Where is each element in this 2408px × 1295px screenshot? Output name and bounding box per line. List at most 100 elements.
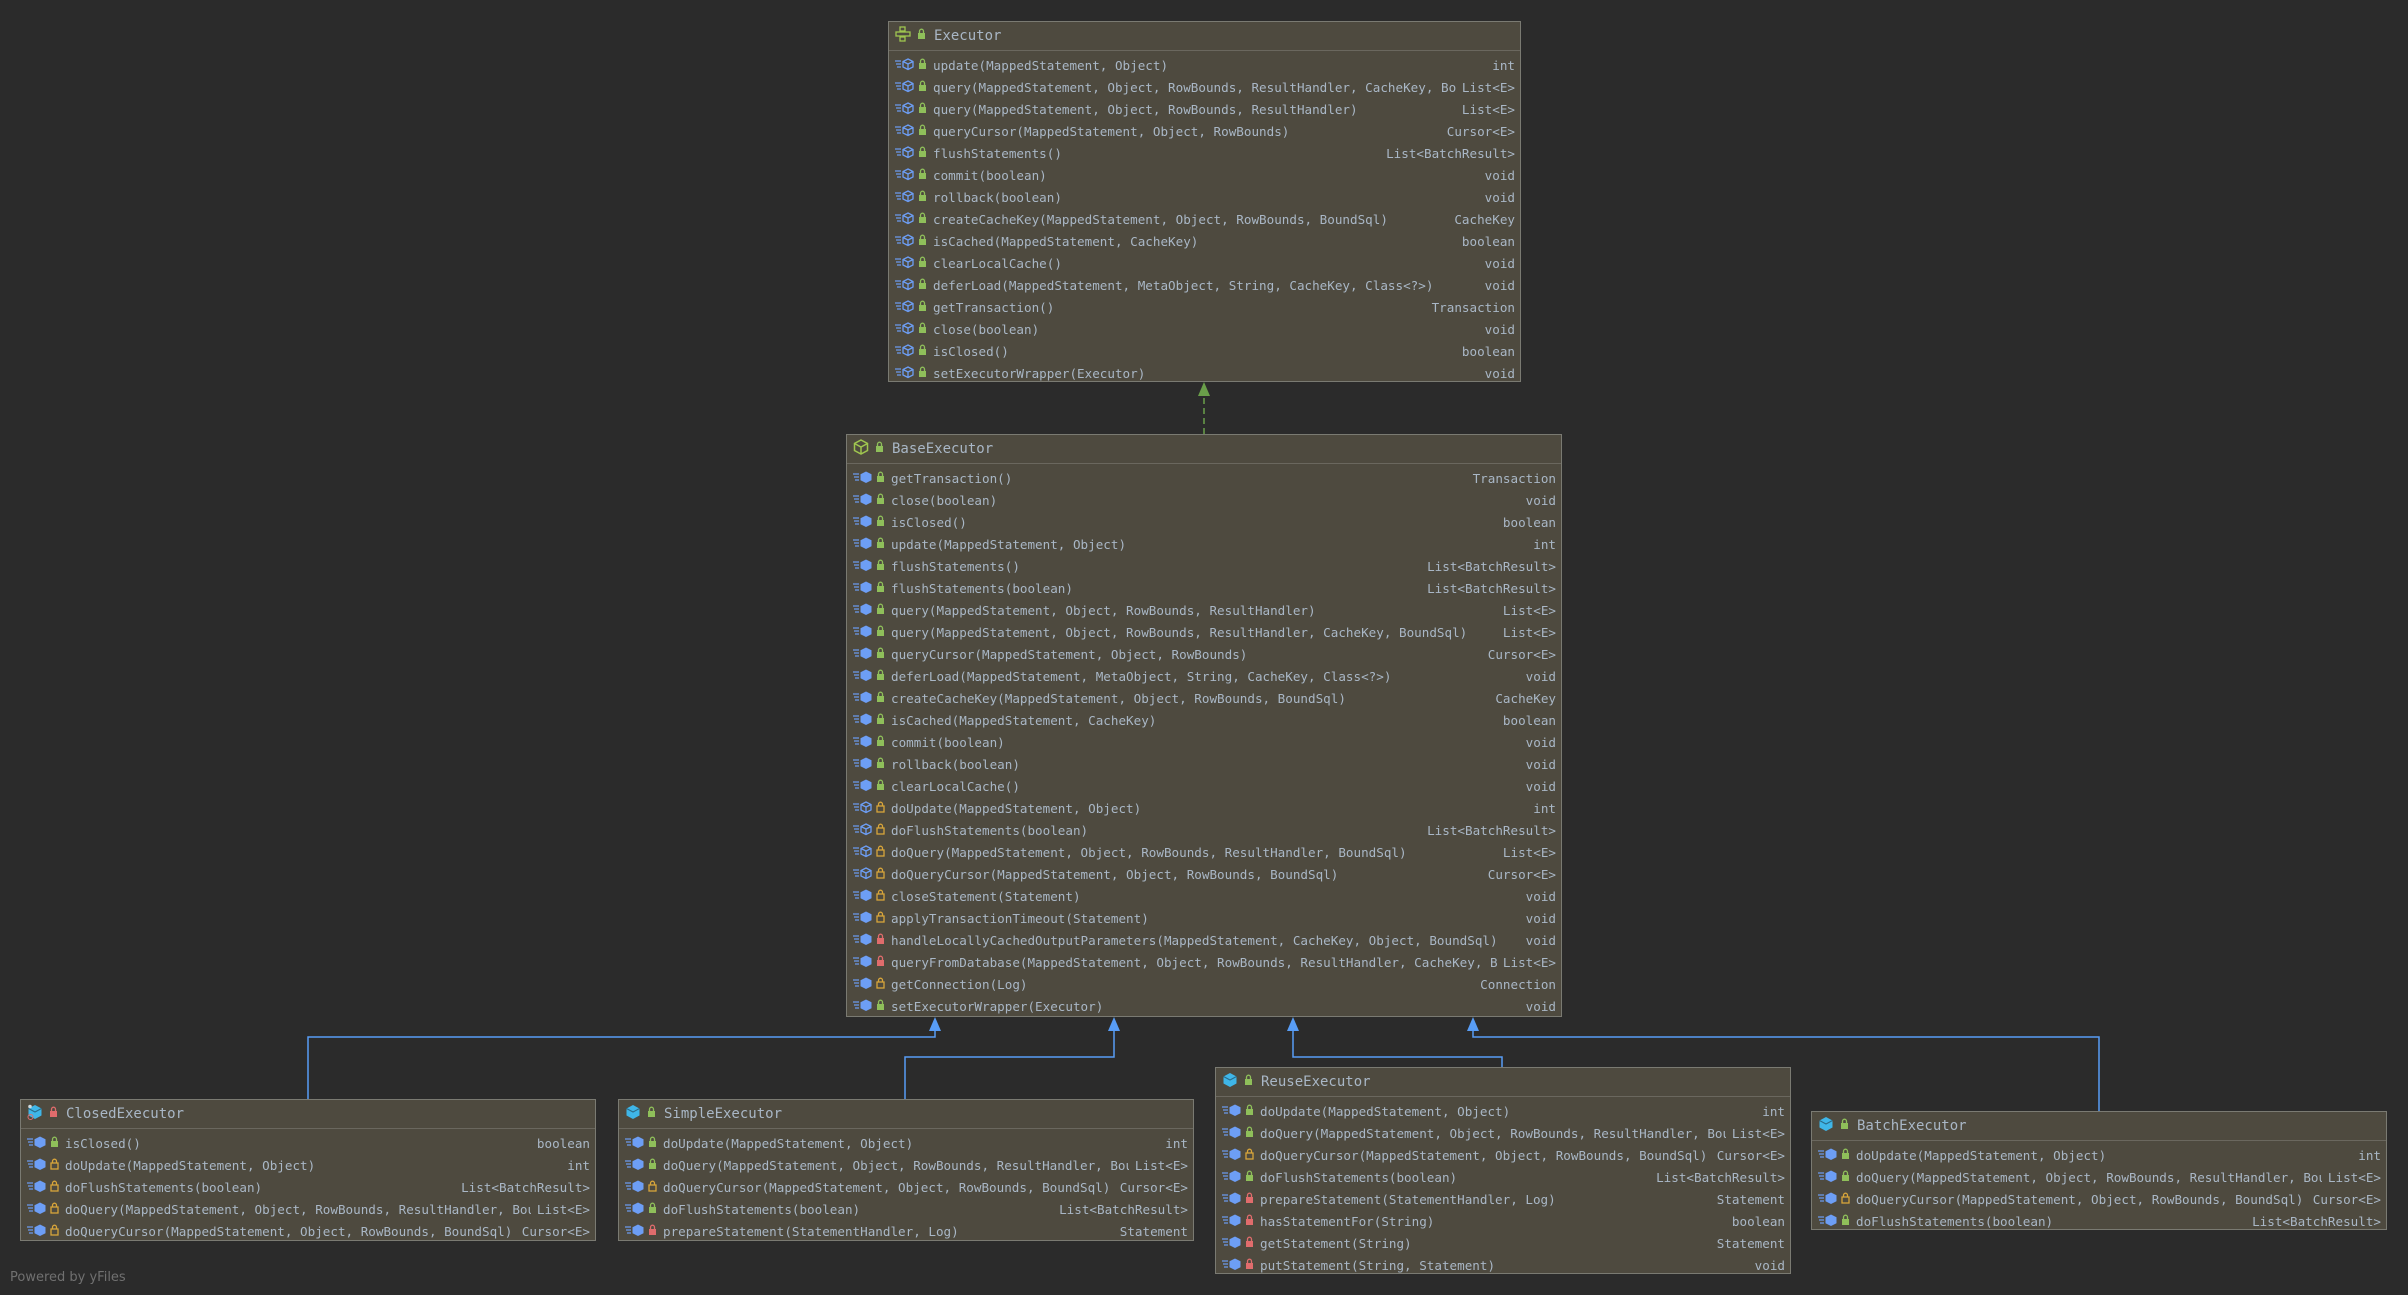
method-row[interactable]: isClosed() boolean — [889, 340, 1520, 362]
class-reuse-executor[interactable]: ReuseExecutor doUpdate(MappedStatement, O… — [1215, 1067, 1791, 1274]
method-row[interactable]: flushStatements() List<BatchResult> — [847, 555, 1561, 577]
method-row[interactable]: doUpdate(MappedStatement, Object) int — [1216, 1100, 1790, 1122]
class-name: ReuseExecutor — [1261, 1074, 1371, 1090]
class-batch-executor[interactable]: BatchExecutor doUpdate(MappedStatement, O… — [1811, 1111, 2387, 1230]
class-header[interactable]: BaseExecutor — [847, 435, 1561, 464]
method-row[interactable]: applyTransactionTimeout(Statement) void — [847, 907, 1561, 929]
method-icon — [852, 734, 874, 751]
abstract-method-icon — [852, 866, 874, 883]
method-row[interactable]: query(MappedStatement, Object, RowBounds… — [847, 599, 1561, 621]
method-row[interactable]: setExecutorWrapper(Executor) void — [889, 362, 1520, 384]
method-row[interactable]: doQueryCursor(MappedStatement, Object, R… — [619, 1176, 1193, 1198]
method-row[interactable]: query(MappedStatement, Object, RowBounds… — [889, 98, 1520, 120]
method-row[interactable]: getConnection(Log) Connection — [847, 973, 1561, 995]
class-header[interactable]: Executor — [889, 22, 1520, 51]
method-signature: close(boolean) — [891, 492, 998, 508]
method-row[interactable]: flushStatements(boolean) List<BatchResult… — [847, 577, 1561, 599]
method-row[interactable]: doQueryCursor(MappedStatement, Object, R… — [21, 1220, 595, 1242]
class-executor[interactable]: Executor update(MappedStatement, Object) i… — [888, 21, 1521, 382]
method-return-type: void — [1484, 167, 1515, 183]
method-row[interactable]: getTransaction() Transaction — [889, 296, 1520, 318]
method-row[interactable]: isCached(MappedStatement, CacheKey) boole… — [889, 230, 1520, 252]
method-row[interactable]: isCached(MappedStatement, CacheKey) boole… — [847, 709, 1561, 731]
method-return-type: int — [2358, 1147, 2381, 1163]
class-base-executor[interactable]: BaseExecutor getTransaction() Transaction c… — [846, 434, 1562, 1017]
method-row[interactable]: createCacheKey(MappedStatement, Object, … — [847, 687, 1561, 709]
method-icon — [852, 910, 874, 927]
method-row[interactable]: update(MappedStatement, Object) int — [847, 533, 1561, 555]
method-row[interactable]: deferLoad(MappedStatement, MetaObject, S… — [889, 274, 1520, 296]
abstract-method-icon — [894, 101, 916, 118]
method-row[interactable]: query(MappedStatement, Object, RowBounds… — [889, 76, 1520, 98]
class-name: BaseExecutor — [892, 441, 994, 457]
public-lock-icon — [874, 537, 885, 552]
method-row[interactable]: isClosed() boolean — [847, 511, 1561, 533]
method-row[interactable]: doQuery(MappedStatement, Object, RowBoun… — [1812, 1166, 2386, 1188]
method-row[interactable]: doQueryCursor(MappedStatement, Object, R… — [1216, 1144, 1790, 1166]
method-row[interactable]: clearLocalCache() void — [847, 775, 1561, 797]
protected-lock-icon — [874, 823, 885, 838]
method-row[interactable]: getTransaction() Transaction — [847, 467, 1561, 489]
method-row[interactable]: doQueryCursor(MappedStatement, Object, R… — [1812, 1188, 2386, 1210]
method-row[interactable]: getStatement(String) Statement — [1216, 1232, 1790, 1254]
method-row[interactable]: deferLoad(MappedStatement, MetaObject, S… — [847, 665, 1561, 687]
method-row[interactable]: rollback(boolean) void — [889, 186, 1520, 208]
method-row[interactable]: handleLocallyCachedOutputParameters(Mapp… — [847, 929, 1561, 951]
method-row[interactable]: commit(boolean) void — [889, 164, 1520, 186]
class-icon — [1818, 1116, 1834, 1136]
method-row[interactable]: prepareStatement(StatementHandler, Log) S… — [619, 1220, 1193, 1242]
public-lock-icon — [915, 28, 926, 44]
class-closed-executor[interactable]: ClosedExecutor isClosed() boolean doUpdate(… — [20, 1099, 596, 1241]
method-row[interactable]: doQuery(MappedStatement, Object, RowBoun… — [21, 1198, 595, 1220]
public-lock-icon — [874, 757, 885, 772]
method-row[interactable]: query(MappedStatement, Object, RowBounds… — [847, 621, 1561, 643]
method-row[interactable]: clearLocalCache() void — [889, 252, 1520, 274]
method-row[interactable]: closeStatement(Statement) void — [847, 885, 1561, 907]
method-signature: doQueryCursor(MappedStatement, Object, R… — [663, 1179, 1111, 1195]
method-row[interactable]: doFlushStatements(boolean) List<BatchResu… — [1812, 1210, 2386, 1232]
class-header[interactable]: BatchExecutor — [1812, 1112, 2386, 1141]
method-row[interactable]: putStatement(String, Statement) void — [1216, 1254, 1790, 1276]
method-row[interactable]: isClosed() boolean — [21, 1132, 595, 1154]
class-simple-executor[interactable]: SimpleExecutor doUpdate(MappedStatement, … — [618, 1099, 1194, 1241]
class-header[interactable]: ClosedExecutor — [21, 1100, 595, 1129]
method-return-type: void — [1754, 1257, 1785, 1273]
protected-lock-icon — [48, 1202, 59, 1217]
method-row[interactable]: doFlushStatements(boolean) List<BatchResu… — [847, 819, 1561, 841]
method-row[interactable]: commit(boolean) void — [847, 731, 1561, 753]
method-row[interactable]: doUpdate(MappedStatement, Object) int — [847, 797, 1561, 819]
method-signature: getTransaction() — [933, 299, 1055, 315]
class-header[interactable]: ReuseExecutor — [1216, 1068, 1790, 1097]
method-return-type: int — [1533, 536, 1556, 552]
method-return-type: Cursor<E> — [521, 1223, 590, 1239]
abstract-method-icon — [894, 123, 916, 140]
private-lock-icon — [874, 933, 885, 948]
method-signature: doFlushStatements(boolean) — [1856, 1213, 2054, 1229]
method-icon — [1817, 1169, 1839, 1186]
method-row[interactable]: doUpdate(MappedStatement, Object) int — [21, 1154, 595, 1176]
method-row[interactable]: doQuery(MappedStatement, Object, RowBoun… — [847, 841, 1561, 863]
method-row[interactable]: queryCursor(MappedStatement, Object, Row… — [847, 643, 1561, 665]
method-row[interactable]: queryFromDatabase(MappedStatement, Objec… — [847, 951, 1561, 973]
method-row[interactable]: doQuery(MappedStatement, Object, RowBoun… — [1216, 1122, 1790, 1144]
method-row[interactable]: doQueryCursor(MappedStatement, Object, R… — [847, 863, 1561, 885]
method-row[interactable]: queryCursor(MappedStatement, Object, Row… — [889, 120, 1520, 142]
method-row[interactable]: rollback(boolean) void — [847, 753, 1561, 775]
method-row[interactable]: close(boolean) void — [889, 318, 1520, 340]
method-row[interactable]: doUpdate(MappedStatement, Object) int — [1812, 1144, 2386, 1166]
method-row[interactable]: close(boolean) void — [847, 489, 1561, 511]
method-row[interactable]: doFlushStatements(boolean) List<BatchResu… — [21, 1176, 595, 1198]
method-row[interactable]: hasStatementFor(String) boolean — [1216, 1210, 1790, 1232]
method-row[interactable]: doFlushStatements(boolean) List<BatchResu… — [619, 1198, 1193, 1220]
method-row[interactable]: setExecutorWrapper(Executor) void — [847, 995, 1561, 1017]
method-row[interactable]: prepareStatement(StatementHandler, Log) S… — [1216, 1188, 1790, 1210]
method-row[interactable]: doFlushStatements(boolean) List<BatchResu… — [1216, 1166, 1790, 1188]
method-row[interactable]: update(MappedStatement, Object) int — [889, 54, 1520, 76]
method-icon — [852, 954, 874, 971]
method-row[interactable]: doUpdate(MappedStatement, Object) int — [619, 1132, 1193, 1154]
method-row[interactable]: doQuery(MappedStatement, Object, RowBoun… — [619, 1154, 1193, 1176]
method-row[interactable]: createCacheKey(MappedStatement, Object, … — [889, 208, 1520, 230]
class-header[interactable]: SimpleExecutor — [619, 1100, 1193, 1129]
abstract-method-icon — [894, 299, 916, 316]
method-row[interactable]: flushStatements() List<BatchResult> — [889, 142, 1520, 164]
